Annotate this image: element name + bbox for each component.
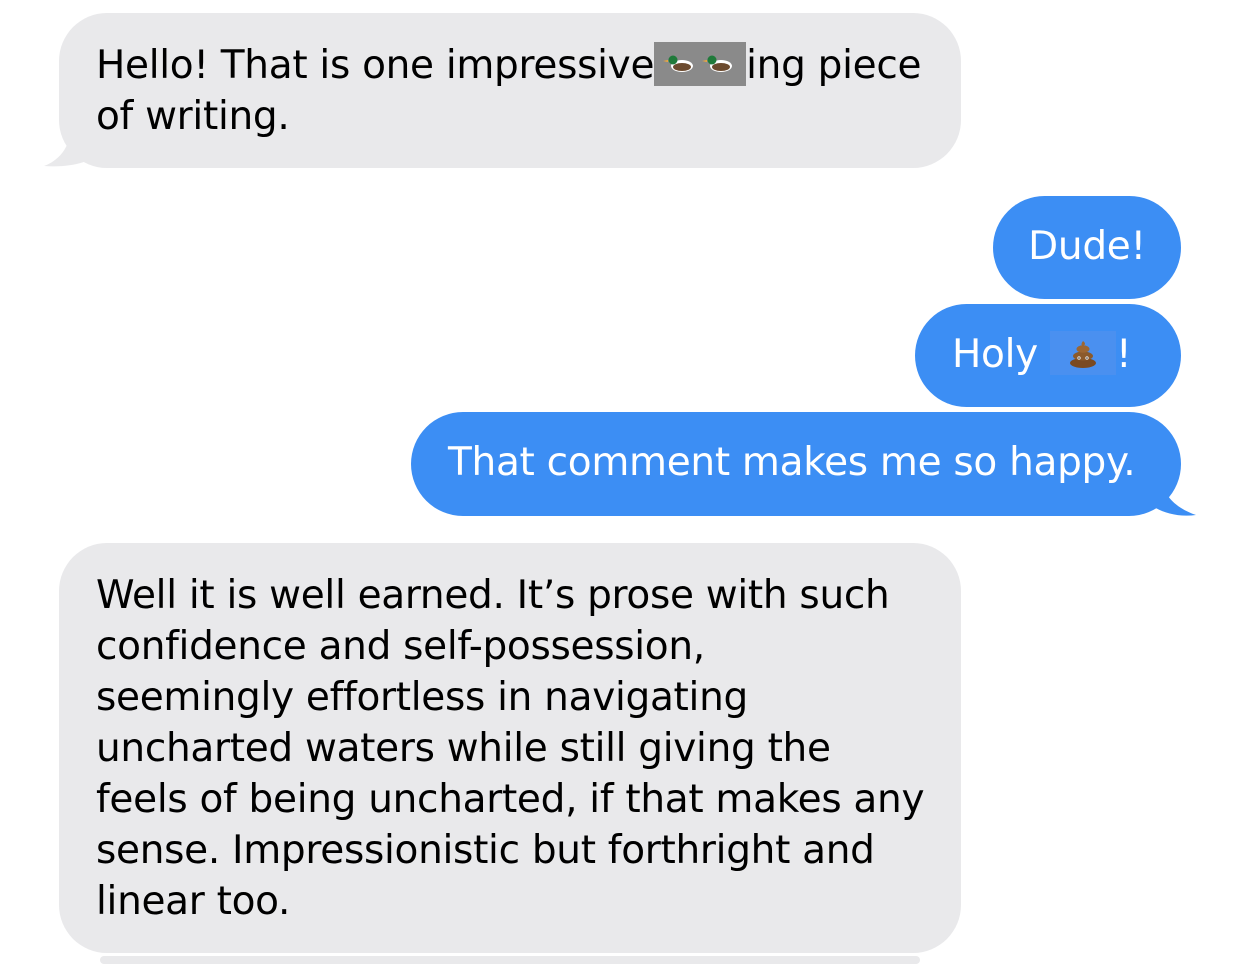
message-text-line: confidence and self-possession, — [96, 624, 705, 669]
message-text-line: of writing. — [96, 94, 290, 139]
message-text-line: seemingly effortless in navigating — [96, 675, 748, 720]
message-text-line: feels of being uncharted, if that makes … — [96, 777, 925, 822]
message-text-line: sense. Impressionistic but forthright an… — [96, 828, 875, 873]
message-text-line: Well it is well earned. It’s prose with … — [96, 573, 890, 618]
message-text-after: ! — [1116, 332, 1132, 377]
message-text-before: Holy — [952, 332, 1050, 377]
sent-message-bubble[interactable]: Holy ! — [915, 304, 1181, 407]
received-message-bubble[interactable]: Well it is well earned. It’s prose with … — [59, 543, 961, 953]
message-text-line: linear too. — [96, 879, 291, 924]
redacted-duck-emoji — [654, 42, 747, 86]
message-text-line: Hello! That is one impressive ing piece — [96, 42, 922, 88]
redacted-poop-emoji — [1050, 331, 1116, 375]
received-message-bubble[interactable]: Hello! That is one impressive ing piece … — [59, 13, 961, 168]
next-message-bubble-edge — [100, 956, 920, 964]
sent-message-bubble[interactable]: Dude! — [993, 196, 1181, 299]
message-text: That comment makes me so happy. — [448, 440, 1136, 485]
message-text-line: uncharted waters while still giving the — [96, 726, 831, 771]
sent-message-bubble[interactable]: That comment makes me so happy. — [411, 412, 1181, 516]
message-text: Dude! — [1028, 224, 1146, 269]
